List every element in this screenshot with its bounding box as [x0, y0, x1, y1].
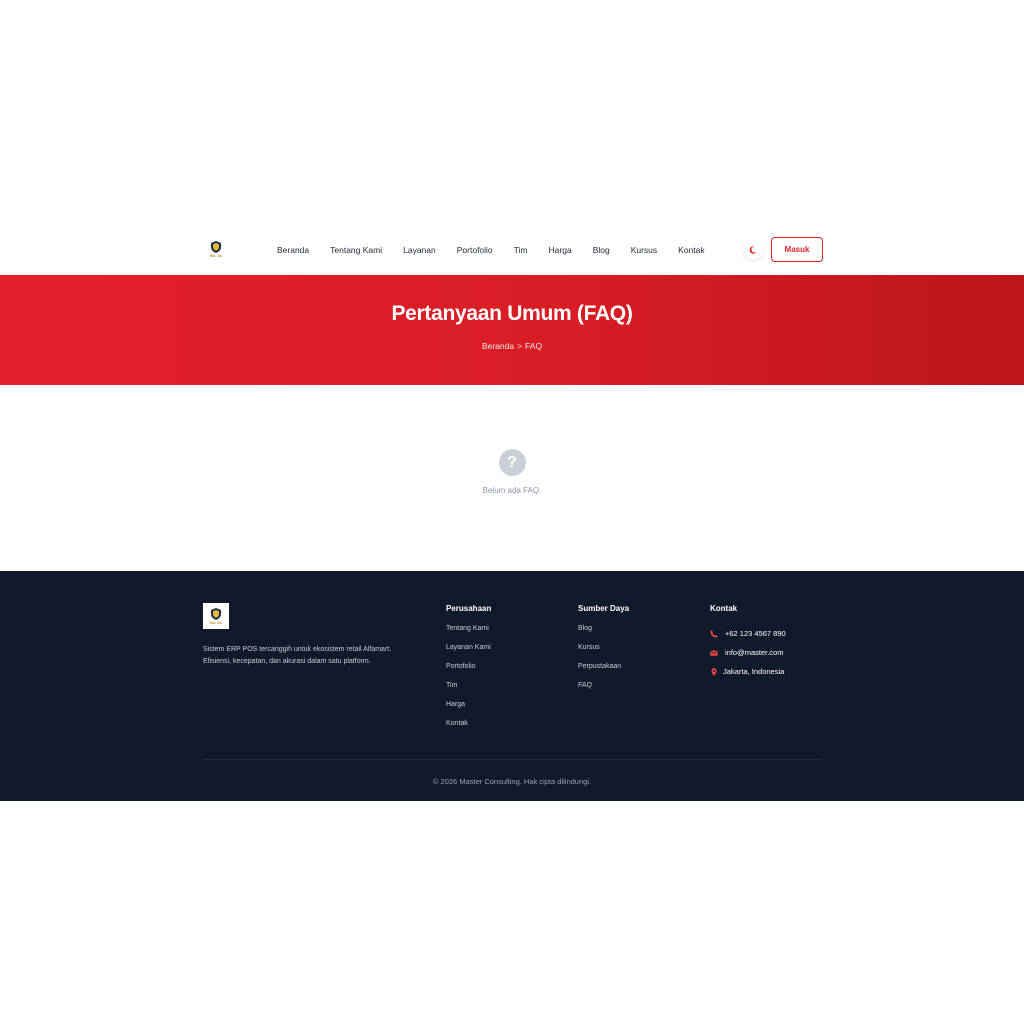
nav-link-blog[interactable]: Blog — [593, 245, 610, 255]
nav-link-portofolio[interactable]: Portofolio — [457, 245, 493, 255]
nav-link-kontak[interactable]: Kontak — [678, 245, 704, 255]
footer-description-line-2: Efisiensi, kecepatan, dan akurasi dalam … — [203, 658, 371, 665]
nav-link-tentang-kami[interactable]: Tentang Kami — [330, 245, 382, 255]
page-hero: Pertanyaan Umum (FAQ) Beranda > FAQ — [0, 275, 1024, 385]
footer-link-tentang-kami[interactable]: Tentang Kami — [446, 624, 491, 643]
footer-copyright: © 2026 Master Consulting. Hak cipta dili… — [432, 777, 592, 786]
contact-phone[interactable]: +62 123 4567 890 — [710, 624, 786, 643]
breadcrumb: Beranda > FAQ — [0, 341, 1024, 351]
empty-state-message: Belum ada FAQ. — [482, 486, 542, 495]
page-title: Pertanyaan Umum (FAQ) — [391, 302, 633, 325]
brand-logo-text: Ba Ja — [210, 253, 222, 258]
envelope-icon — [710, 650, 718, 656]
navbar-inner: Ba Ja Beranda Tentang Kami Layanan Porto… — [203, 224, 823, 275]
brand-logo[interactable]: Ba Ja — [203, 237, 229, 263]
footer-link-perpustakaan[interactable]: Perpustakaan — [578, 662, 629, 681]
footer-link-tim[interactable]: Tim — [446, 681, 491, 700]
footer: Ba Ja Sistem ERP POS tercanggih untuk ek… — [0, 571, 1024, 801]
footer-divider — [203, 759, 823, 760]
footer-link-faq[interactable]: FAQ — [578, 681, 629, 700]
footer-column-company: Perusahaan Tentang Kami Layanan Kami Por… — [446, 604, 491, 738]
footer-heading-contact: Kontak — [710, 604, 738, 613]
footer-column-contact: Kontak +62 123 4567 890 info@master.com … — [710, 604, 786, 681]
nav-link-layanan[interactable]: Layanan — [403, 245, 436, 255]
footer-heading-company: Perusahaan — [446, 604, 492, 613]
contact-phone-text: +62 123 4567 890 — [725, 629, 786, 638]
nav-link-harga[interactable]: Harga — [549, 245, 572, 255]
footer-logo-text: Ba Ja — [210, 619, 222, 625]
contact-location-text: Jakarta, Indonesia — [723, 667, 785, 676]
footer-link-layanan-kami[interactable]: Layanan Kami — [446, 643, 491, 662]
contact-email-text: info@master.com — [725, 648, 784, 657]
footer-link-blog[interactable]: Blog — [578, 624, 629, 643]
map-pin-icon — [711, 667, 717, 676]
footer-description: Sistem ERP POS tercanggih untuk ekosiste… — [203, 644, 413, 668]
footer-link-kontak[interactable]: Kontak — [446, 719, 491, 738]
footer-link-portofolio[interactable]: Portofolio — [446, 662, 491, 681]
moon-icon — [749, 245, 757, 254]
faq-empty-state: ? Belum ada FAQ. — [0, 449, 1024, 495]
breadcrumb-home-link[interactable]: Beranda — [482, 341, 514, 351]
shield-logo-icon — [211, 241, 221, 253]
login-button[interactable]: Masuk — [771, 237, 823, 262]
nav-link-tim[interactable]: Tim — [514, 245, 528, 255]
nav-actions: Masuk — [743, 237, 823, 262]
footer-link-harga[interactable]: Harga — [446, 700, 491, 719]
footer-link-kursus[interactable]: Kursus — [578, 643, 629, 662]
breadcrumb-current: FAQ — [525, 341, 543, 351]
phone-icon — [710, 629, 718, 638]
shield-logo-icon — [211, 607, 221, 620]
footer-heading-resources: Sumber Daya — [578, 604, 630, 613]
contact-email[interactable]: info@master.com — [710, 643, 786, 662]
question-circle-icon: ? — [498, 449, 526, 476]
footer-description-line-1: Sistem ERP POS tercanggih untuk ekosiste… — [203, 646, 392, 653]
navbar: Ba Ja Beranda Tentang Kami Layanan Porto… — [0, 224, 1024, 275]
contact-location: Jakarta, Indonesia — [710, 662, 786, 681]
nav-link-kursus[interactable]: Kursus — [631, 245, 657, 255]
nav-link-beranda[interactable]: Beranda — [277, 245, 309, 255]
nav-links: Beranda Tentang Kami Layanan Portofolio … — [277, 245, 726, 255]
footer-logo[interactable]: Ba Ja — [203, 603, 229, 629]
theme-toggle-button[interactable] — [743, 239, 763, 260]
footer-column-resources: Sumber Daya Blog Kursus Perpustakaan FAQ — [578, 604, 629, 700]
breadcrumb-separator: > — [517, 341, 523, 351]
